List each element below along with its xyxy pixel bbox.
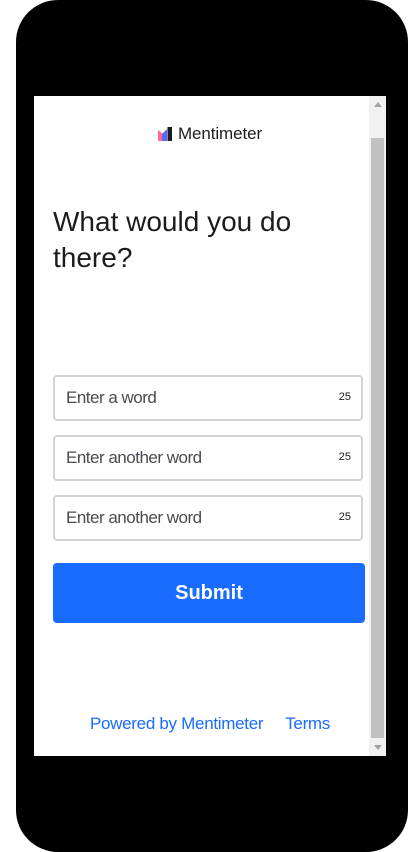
word-input-3[interactable] [55, 497, 361, 539]
page-footer: Powered by Mentimeter Terms [34, 714, 386, 734]
scroll-thumb[interactable] [371, 138, 384, 738]
submit-button[interactable]: Submit [53, 563, 365, 623]
scroll-up-arrow-icon[interactable] [369, 96, 386, 113]
char-counter-3: 25 [338, 511, 351, 523]
vertical-scrollbar[interactable] [369, 96, 386, 756]
question-title: What would you do there? [53, 206, 292, 273]
terms-link[interactable]: Terms [285, 714, 330, 734]
word-input-1[interactable] [55, 377, 361, 419]
scroll-down-arrow-icon[interactable] [369, 739, 386, 756]
mobile-viewport: Mentimeter What would you do there? 25 2… [34, 96, 386, 756]
word-field-3: 25 [53, 495, 363, 541]
mentimeter-logo-icon [157, 127, 172, 141]
char-counter-2: 25 [338, 451, 351, 463]
char-counter-1: 25 [338, 391, 351, 403]
word-field-1: 25 [53, 375, 363, 421]
voting-page: Mentimeter What would you do there? 25 2… [34, 96, 386, 756]
brand-header: Mentimeter [34, 124, 386, 144]
word-field-2: 25 [53, 435, 363, 481]
brand-name: Mentimeter [177, 124, 263, 143]
powered-by-link[interactable]: Powered by Mentimeter [90, 714, 264, 734]
word-input-2[interactable] [55, 437, 361, 479]
